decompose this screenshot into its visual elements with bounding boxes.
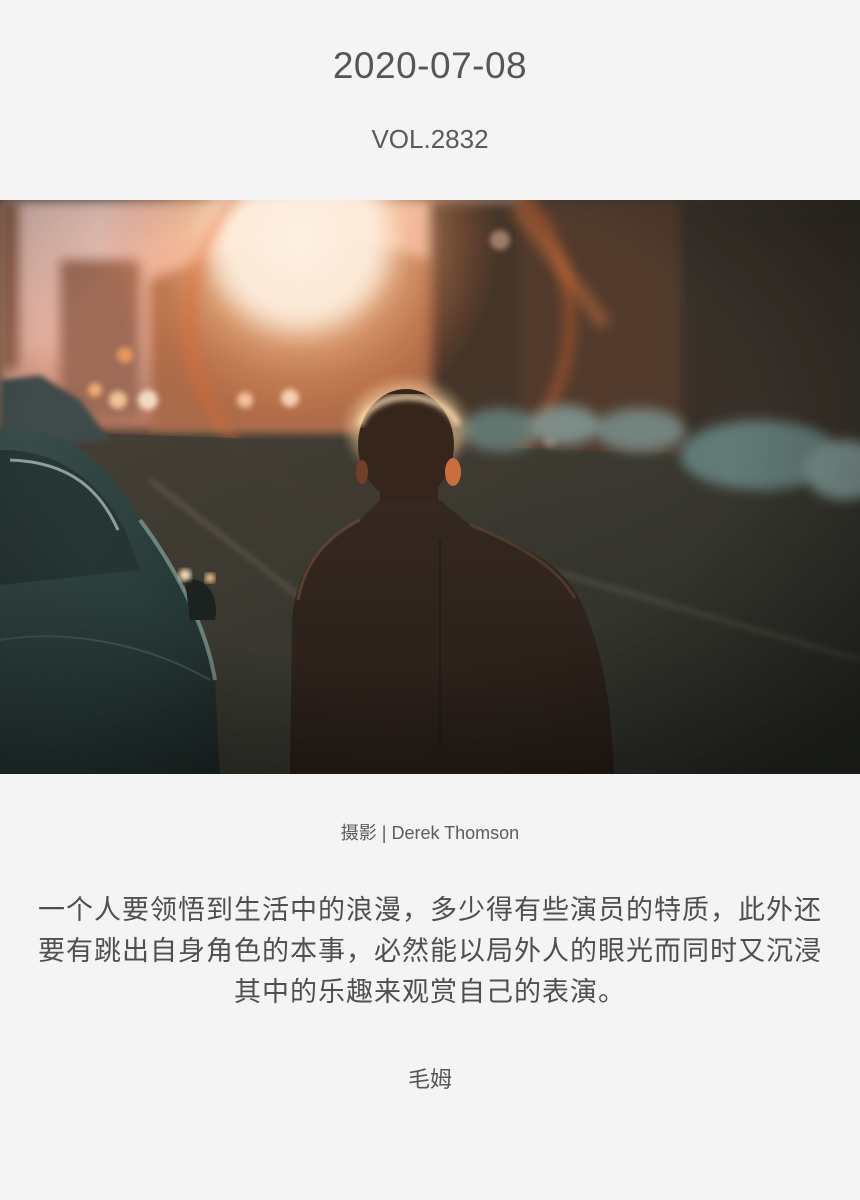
feature-photo (0, 200, 860, 774)
photo-illustration (0, 200, 860, 774)
quote-author: 毛姆 (407, 1067, 452, 1092)
photo-credit: 摄影 | Derek Thomson (340, 823, 520, 843)
issue-date: 2020-07-08 (332, 45, 528, 86)
issue-volume: VOL.2832 (371, 124, 489, 154)
quote-text: 一个人要领悟到生活中的浪漫，多少得有些演员的特质，此外还要有跳出自身角色的本事，… (38, 895, 822, 1007)
